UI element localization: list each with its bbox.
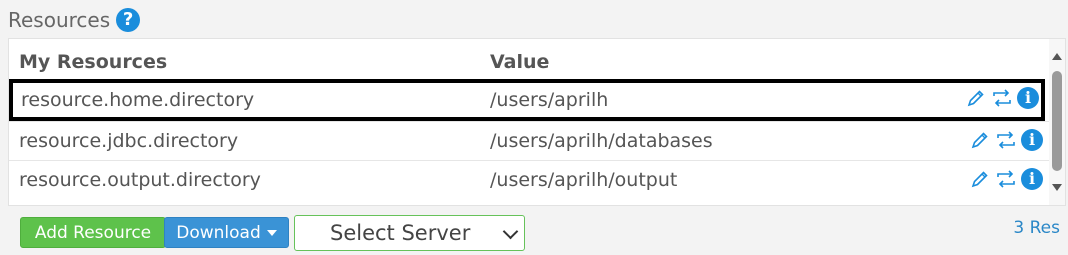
question-circle-icon[interactable]: ? <box>116 8 141 32</box>
caret-down-icon <box>266 229 277 236</box>
info-circle-icon[interactable]: i <box>1021 168 1043 190</box>
table-row[interactable]: resource.output.directory /users/aprilh/… <box>9 160 1049 199</box>
swap-arrows-icon[interactable] <box>995 129 1017 151</box>
swap-arrows-icon[interactable] <box>995 168 1017 190</box>
resource-key: resource.output.directory <box>19 169 261 191</box>
info-circle-icon[interactable]: i <box>1017 87 1039 109</box>
resource-value: /users/aprilh <box>490 89 609 111</box>
row-actions: i <box>969 129 1043 151</box>
panel-title: Resources ? <box>8 6 141 34</box>
resource-key: resource.home.directory <box>21 89 255 111</box>
panel-title-text: Resources <box>8 8 111 32</box>
download-button[interactable]: Download <box>164 217 289 248</box>
select-server-label: Select Server <box>330 221 471 245</box>
pencil-edit-icon[interactable] <box>969 168 991 190</box>
swap-arrows-icon[interactable] <box>991 87 1013 109</box>
column-header-my-resources[interactable]: My Resources <box>19 51 167 73</box>
table-footer: Add Resource Download Select Server 3 Re… <box>8 206 1066 255</box>
vertical-scrollbar[interactable] <box>1049 39 1065 205</box>
scroll-down-arrow-icon[interactable] <box>1052 184 1062 191</box>
pencil-edit-icon[interactable] <box>969 129 991 151</box>
row-actions: i <box>965 87 1039 109</box>
table-header: My Resources Value <box>9 39 1049 81</box>
resource-key: resource.jdbc.directory <box>19 130 239 152</box>
resource-value: /users/aprilh/output <box>490 169 678 191</box>
pencil-edit-icon[interactable] <box>965 87 987 109</box>
row-actions: i <box>969 168 1043 190</box>
column-header-value[interactable]: Value <box>490 51 549 73</box>
download-button-label: Download <box>176 222 261 243</box>
scroll-up-arrow-icon[interactable] <box>1052 53 1062 60</box>
add-resource-button[interactable]: Add Resource <box>20 217 166 248</box>
info-circle-icon[interactable]: i <box>1021 129 1043 151</box>
table-row[interactable]: resource.home.directory /users/aprilh i <box>9 79 1045 121</box>
resource-count-link[interactable]: 3 Res <box>1013 218 1060 238</box>
resources-table: My Resources Value resource.home.directo… <box>8 38 1066 206</box>
table-row[interactable]: resource.jdbc.directory /users/aprilh/da… <box>9 121 1049 160</box>
resource-value: /users/aprilh/databases <box>490 130 713 152</box>
chevron-down-icon <box>502 223 519 240</box>
select-server-dropdown[interactable]: Select Server <box>294 215 525 251</box>
scrollbar-thumb[interactable] <box>1052 71 1062 171</box>
